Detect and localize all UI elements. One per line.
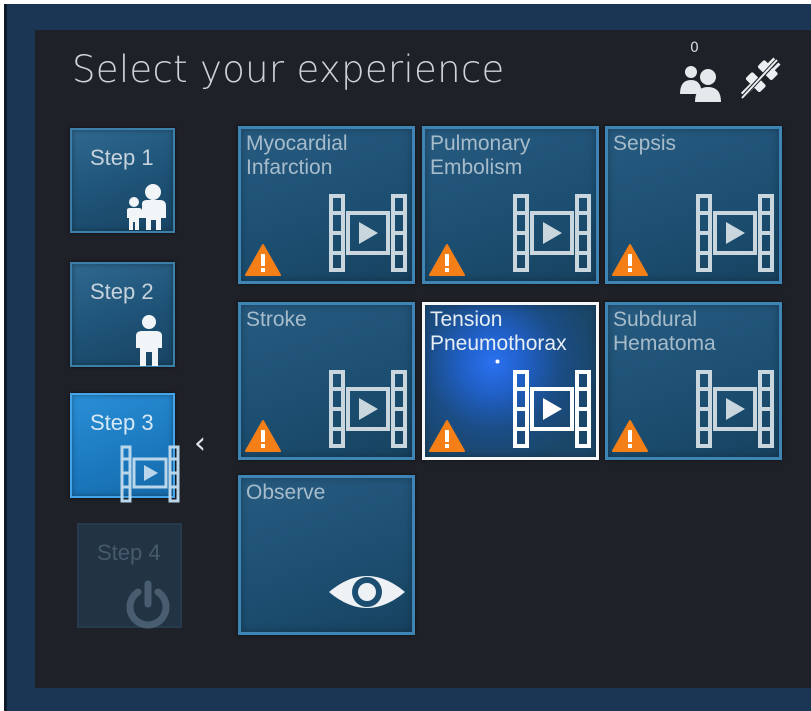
step-1-label: Step 1 — [90, 145, 154, 170]
tile-subdural-hematoma[interactable]: Subdural Hematoma — [605, 302, 782, 460]
page-title: Select your experience — [72, 48, 505, 91]
film-play-icon — [696, 194, 774, 272]
warning-icon — [429, 244, 465, 276]
tile-label: Subdural Hematoma — [613, 308, 716, 355]
step-2-button[interactable]: Step 2 — [70, 262, 175, 367]
tile-label: Observe — [246, 481, 326, 504]
tile-stroke[interactable]: Stroke — [238, 302, 415, 460]
film-play-icon — [513, 370, 591, 448]
warning-icon — [245, 244, 281, 276]
film-play-icon — [513, 194, 591, 272]
tile-label: Sepsis — [613, 132, 677, 155]
tile-sepsis[interactable]: Sepsis — [605, 126, 782, 284]
warning-icon — [612, 244, 648, 276]
tile-tension-pneumothorax[interactable]: Tension Pneumothorax — [422, 302, 599, 460]
tile-label: Pulmonary Embolism — [430, 132, 531, 179]
warning-icon — [429, 420, 465, 452]
person-icon — [136, 315, 162, 366]
power-icon — [126, 580, 170, 629]
tile-label: Tension Pneumothorax — [430, 308, 567, 355]
warning-icon — [245, 420, 281, 452]
pointer-cursor-icon — [495, 359, 500, 364]
tile-label: Myocardial Infarction — [246, 132, 348, 179]
tile-pulmonary-embolism[interactable]: Pulmonary Embolism — [422, 126, 599, 284]
step-4-label: Step 4 — [97, 540, 161, 565]
disconnected-plug-icon[interactable] — [735, 52, 785, 104]
film-play-icon — [329, 370, 407, 448]
step-3-button[interactable]: Step 3 — [70, 393, 180, 503]
tile-myocardial-infarction[interactable]: Myocardial Infarction — [238, 126, 415, 284]
users-count: 0 — [690, 40, 699, 56]
chevron-left-icon[interactable]: ‹ — [194, 426, 206, 461]
adult-and-child-icon — [127, 184, 166, 230]
step-4-button[interactable]: Step 4 — [77, 523, 182, 629]
film-play-icon — [696, 370, 774, 448]
eye-icon — [329, 576, 405, 608]
tile-observe[interactable]: Observe — [238, 475, 415, 635]
film-play-icon — [329, 194, 407, 272]
step-2-label: Step 2 — [90, 279, 154, 304]
step-3-label: Step 3 — [90, 410, 154, 435]
film-play-icon — [120, 445, 180, 503]
step-1-button[interactable]: Step 1 — [70, 128, 175, 233]
tile-label: Stroke — [246, 308, 307, 331]
users-icon — [680, 66, 721, 102]
warning-icon — [612, 420, 648, 452]
